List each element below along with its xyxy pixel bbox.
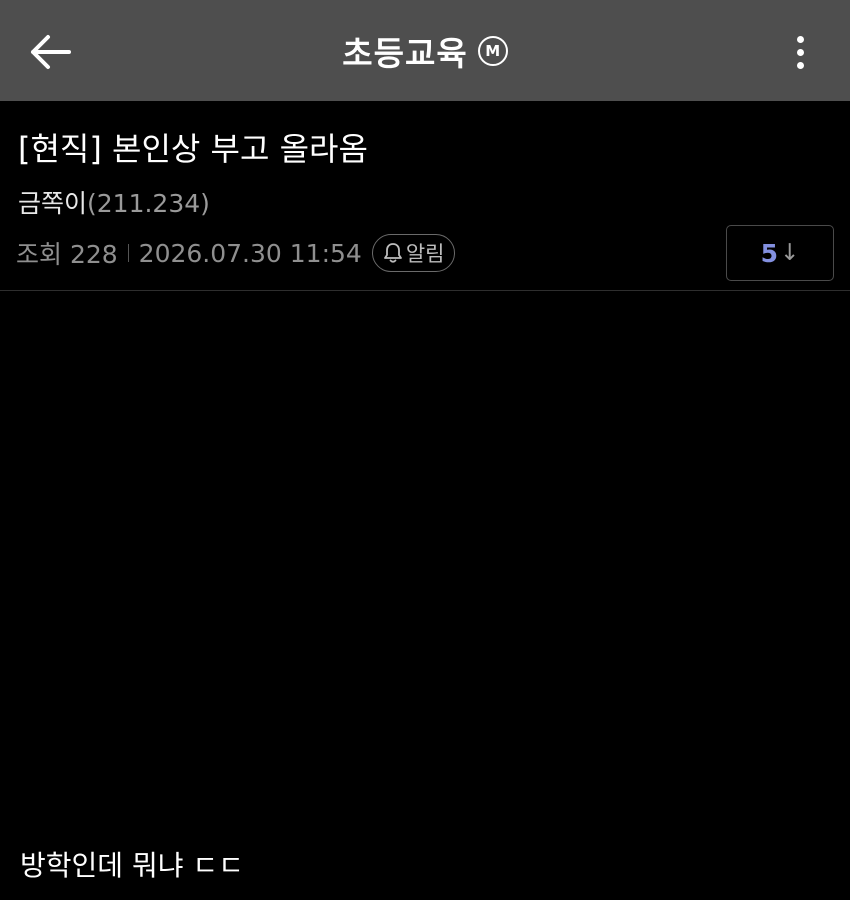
post-view-screen: 초등교육 M [현직] 본인상 부고 올라옴 금쪽이(211.234) 조회 2… xyxy=(0,0,850,900)
comment-count: 5 xyxy=(760,238,779,268)
meta-divider xyxy=(127,244,129,262)
post-body: 방학인데 뭐냐 ㄷㄷ xyxy=(20,849,244,882)
header-title-group: 초등교육 M xyxy=(0,0,850,101)
top-app-bar: 초등교육 M xyxy=(0,0,850,101)
comment-jump-button[interactable]: 5 ↓ xyxy=(726,225,834,281)
author-name[interactable]: 금쪽이 xyxy=(18,189,87,218)
gallery-title[interactable]: 초등교육 xyxy=(342,27,467,75)
bell-icon xyxy=(383,243,402,263)
post-title: [현직] 본인상 부고 올라옴 xyxy=(18,130,368,168)
header-divider xyxy=(0,290,850,291)
more-vertical-icon-dot xyxy=(796,48,804,56)
post-meta: 조회 228 2026.07.30 11:54 알림 xyxy=(16,233,456,273)
alarm-label: 알림 xyxy=(405,242,445,266)
back-button[interactable] xyxy=(22,26,78,78)
alarm-button[interactable]: 알림 xyxy=(371,234,456,272)
arrow-down-icon: ↓ xyxy=(780,240,800,266)
minor-gallery-badge: M xyxy=(477,35,508,66)
more-options-button[interactable] xyxy=(780,30,820,74)
view-count: 조회 228 xyxy=(16,240,118,269)
more-vertical-icon-dot xyxy=(796,61,804,69)
author-ip: (211.234) xyxy=(87,189,210,218)
more-vertical-icon xyxy=(796,35,804,43)
post-datetime: 2026.07.30 11:54 xyxy=(138,238,362,268)
arrow-left-icon xyxy=(31,35,71,69)
post-author[interactable]: 금쪽이(211.234) xyxy=(18,184,210,220)
